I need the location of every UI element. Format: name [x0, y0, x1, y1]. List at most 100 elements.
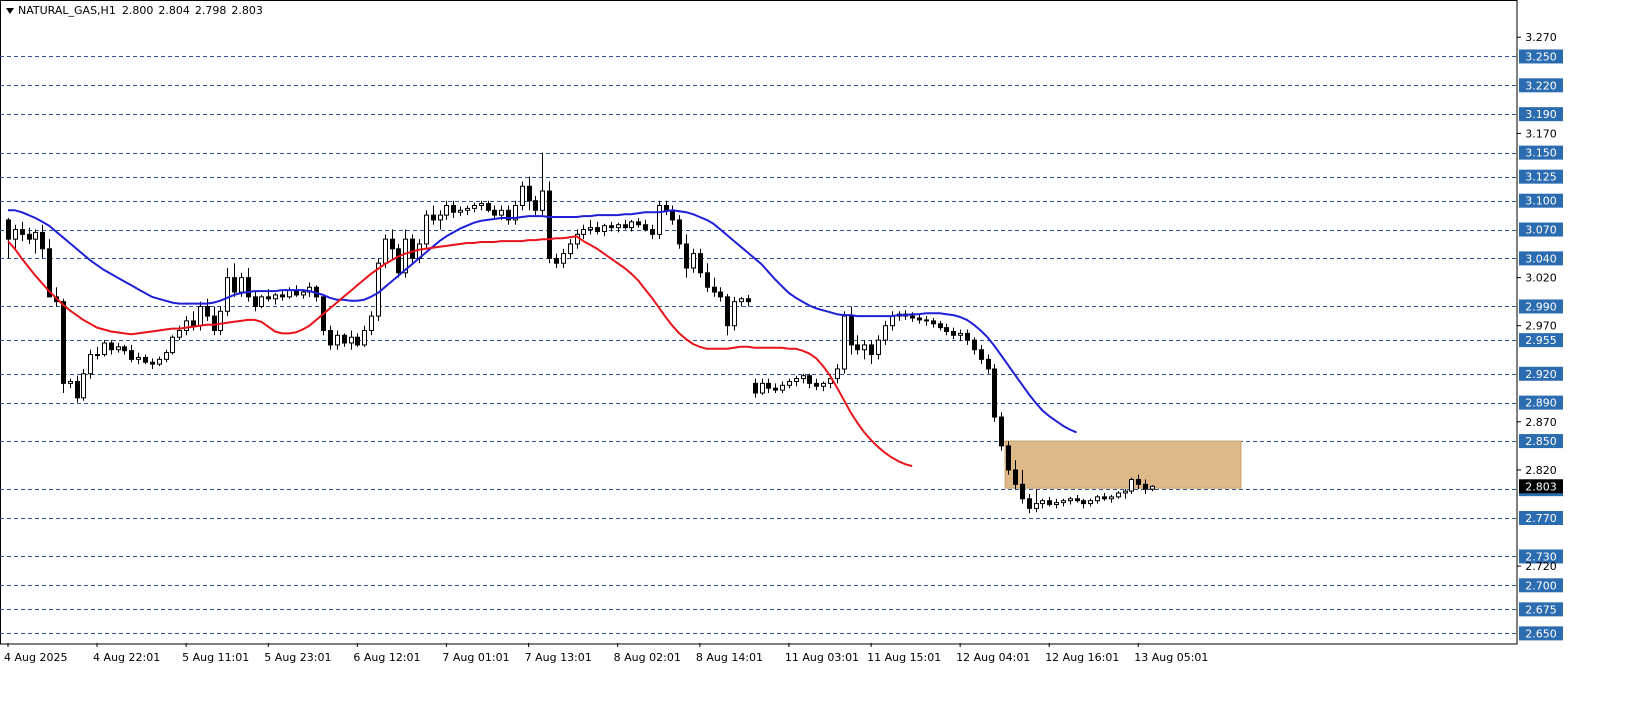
candle-bear [246, 277, 251, 298]
candle-bear [109, 342, 114, 351]
candle-bull [273, 294, 278, 300]
x-tick-label: 13 Aug 05:01 [1134, 651, 1208, 664]
candle-bear [917, 317, 922, 321]
candle-bear [1143, 483, 1148, 490]
candle-bull [561, 253, 566, 264]
candle-bear [1102, 496, 1107, 500]
candle-bull [1116, 492, 1121, 498]
candle-bull [157, 358, 162, 365]
candle-bear [410, 238, 415, 259]
candle-bear [486, 203, 491, 211]
chart-header: NATURAL_GAS,H1 2.800 2.804 2.798 2.803 [6, 4, 268, 17]
candle-bear [122, 346, 127, 352]
candle-bear [924, 319, 929, 322]
moving-average-blue [8, 209, 1077, 434]
candle-bear [1020, 483, 1025, 500]
candle-bear [533, 200, 538, 211]
x-tick-label: 5 Aug 11:01 [182, 651, 249, 664]
candle-bear [205, 305, 210, 317]
candle-bear [396, 248, 401, 274]
x-tick-label: 6 Aug 12:01 [353, 651, 420, 664]
candle-bear [191, 320, 196, 327]
level-price-label: 2.675 [1525, 603, 1557, 616]
candle-bear [807, 375, 812, 384]
candle-bear [712, 286, 717, 293]
candle-bear [61, 301, 66, 384]
candle-bull [177, 330, 182, 338]
x-tick-label: 11 Aug 15:01 [867, 651, 941, 664]
candle-bear [670, 209, 675, 221]
y-tick-label: 2.720 [1525, 560, 1557, 573]
candle-bull [95, 354, 100, 357]
high-value: 2.804 [158, 4, 190, 17]
candle-bull [170, 336, 175, 354]
candle-bull [794, 378, 799, 382]
candle-bull [691, 253, 696, 269]
candle-bull [629, 221, 634, 229]
candle-bull [136, 356, 141, 360]
level-price-label: 2.920 [1525, 368, 1557, 381]
level-price-label: 3.220 [1525, 79, 1557, 92]
level-price-label: 2.770 [1525, 512, 1557, 525]
candle-bull [259, 296, 264, 307]
candle-bear [938, 323, 943, 329]
candle-bear [390, 238, 395, 250]
candle-bear [547, 190, 552, 259]
candle-bear [451, 205, 456, 213]
candle-bear [650, 229, 655, 235]
candle-bear [910, 315, 915, 319]
candle-bull [1061, 500, 1066, 504]
candle-bear [253, 296, 258, 307]
candle-bull [842, 315, 847, 370]
candle-bull [1129, 479, 1134, 492]
chart-container: 3.270 3.250 3.220 3.190 3.170 3.150 3.125 3.100… [0, 0, 1651, 705]
candle-bull [1068, 498, 1073, 502]
candle-bull [349, 336, 354, 344]
price-chart[interactable]: 3.270 3.250 3.220 3.190 3.170 3.150 3.125 3.100… [0, 0, 1651, 705]
x-tick-label: 12 Aug 16:01 [1045, 651, 1119, 664]
candle-bear [979, 349, 984, 360]
candle-bear [725, 296, 730, 327]
candle-bull [68, 380, 73, 384]
price-zone [1004, 440, 1242, 489]
moving-average-red [7, 235, 913, 468]
candle-bull [1123, 490, 1128, 494]
candle-bear [143, 356, 148, 363]
candle-bear [992, 368, 997, 418]
candle-bear [266, 296, 271, 300]
candle-bull [438, 214, 443, 221]
candle-bear [1047, 500, 1052, 506]
symbol-label: NATURAL_GAS,H1 [18, 4, 116, 17]
candle-bear [766, 382, 771, 389]
candle-bull [424, 214, 429, 245]
candle-bull [657, 205, 662, 235]
candle-bull [13, 229, 18, 240]
candle-bear [773, 387, 778, 391]
candle-bull [88, 354, 93, 375]
candle-bear [746, 298, 751, 303]
candle-bull [739, 298, 744, 303]
candle-bear [150, 361, 155, 365]
candle-bear [849, 315, 854, 346]
candle-bear [1013, 469, 1018, 485]
collapse-triangle-icon[interactable] [6, 7, 14, 14]
candle-bear [280, 294, 285, 298]
candle-bull [732, 301, 737, 327]
level-price-label: 3.040 [1525, 252, 1557, 265]
candle-bull [472, 205, 477, 209]
candle-bull [102, 342, 107, 356]
level-price-label: 2.955 [1525, 334, 1557, 347]
candle-bear [623, 224, 628, 229]
y-tick-label: 3.170 [1525, 127, 1557, 140]
x-tick-label: 5 Aug 23:01 [264, 651, 331, 664]
low-value: 2.798 [194, 4, 227, 17]
candle-bear [595, 227, 600, 232]
candle-bull [198, 305, 203, 327]
candle-bull [444, 205, 449, 216]
candle-bear [931, 320, 936, 325]
candle-bear [636, 221, 641, 226]
candle-bull [1054, 502, 1059, 506]
x-tick-label: 7 Aug 01:01 [442, 651, 509, 664]
candle-bull [184, 320, 189, 331]
candle-bull [1150, 485, 1155, 490]
